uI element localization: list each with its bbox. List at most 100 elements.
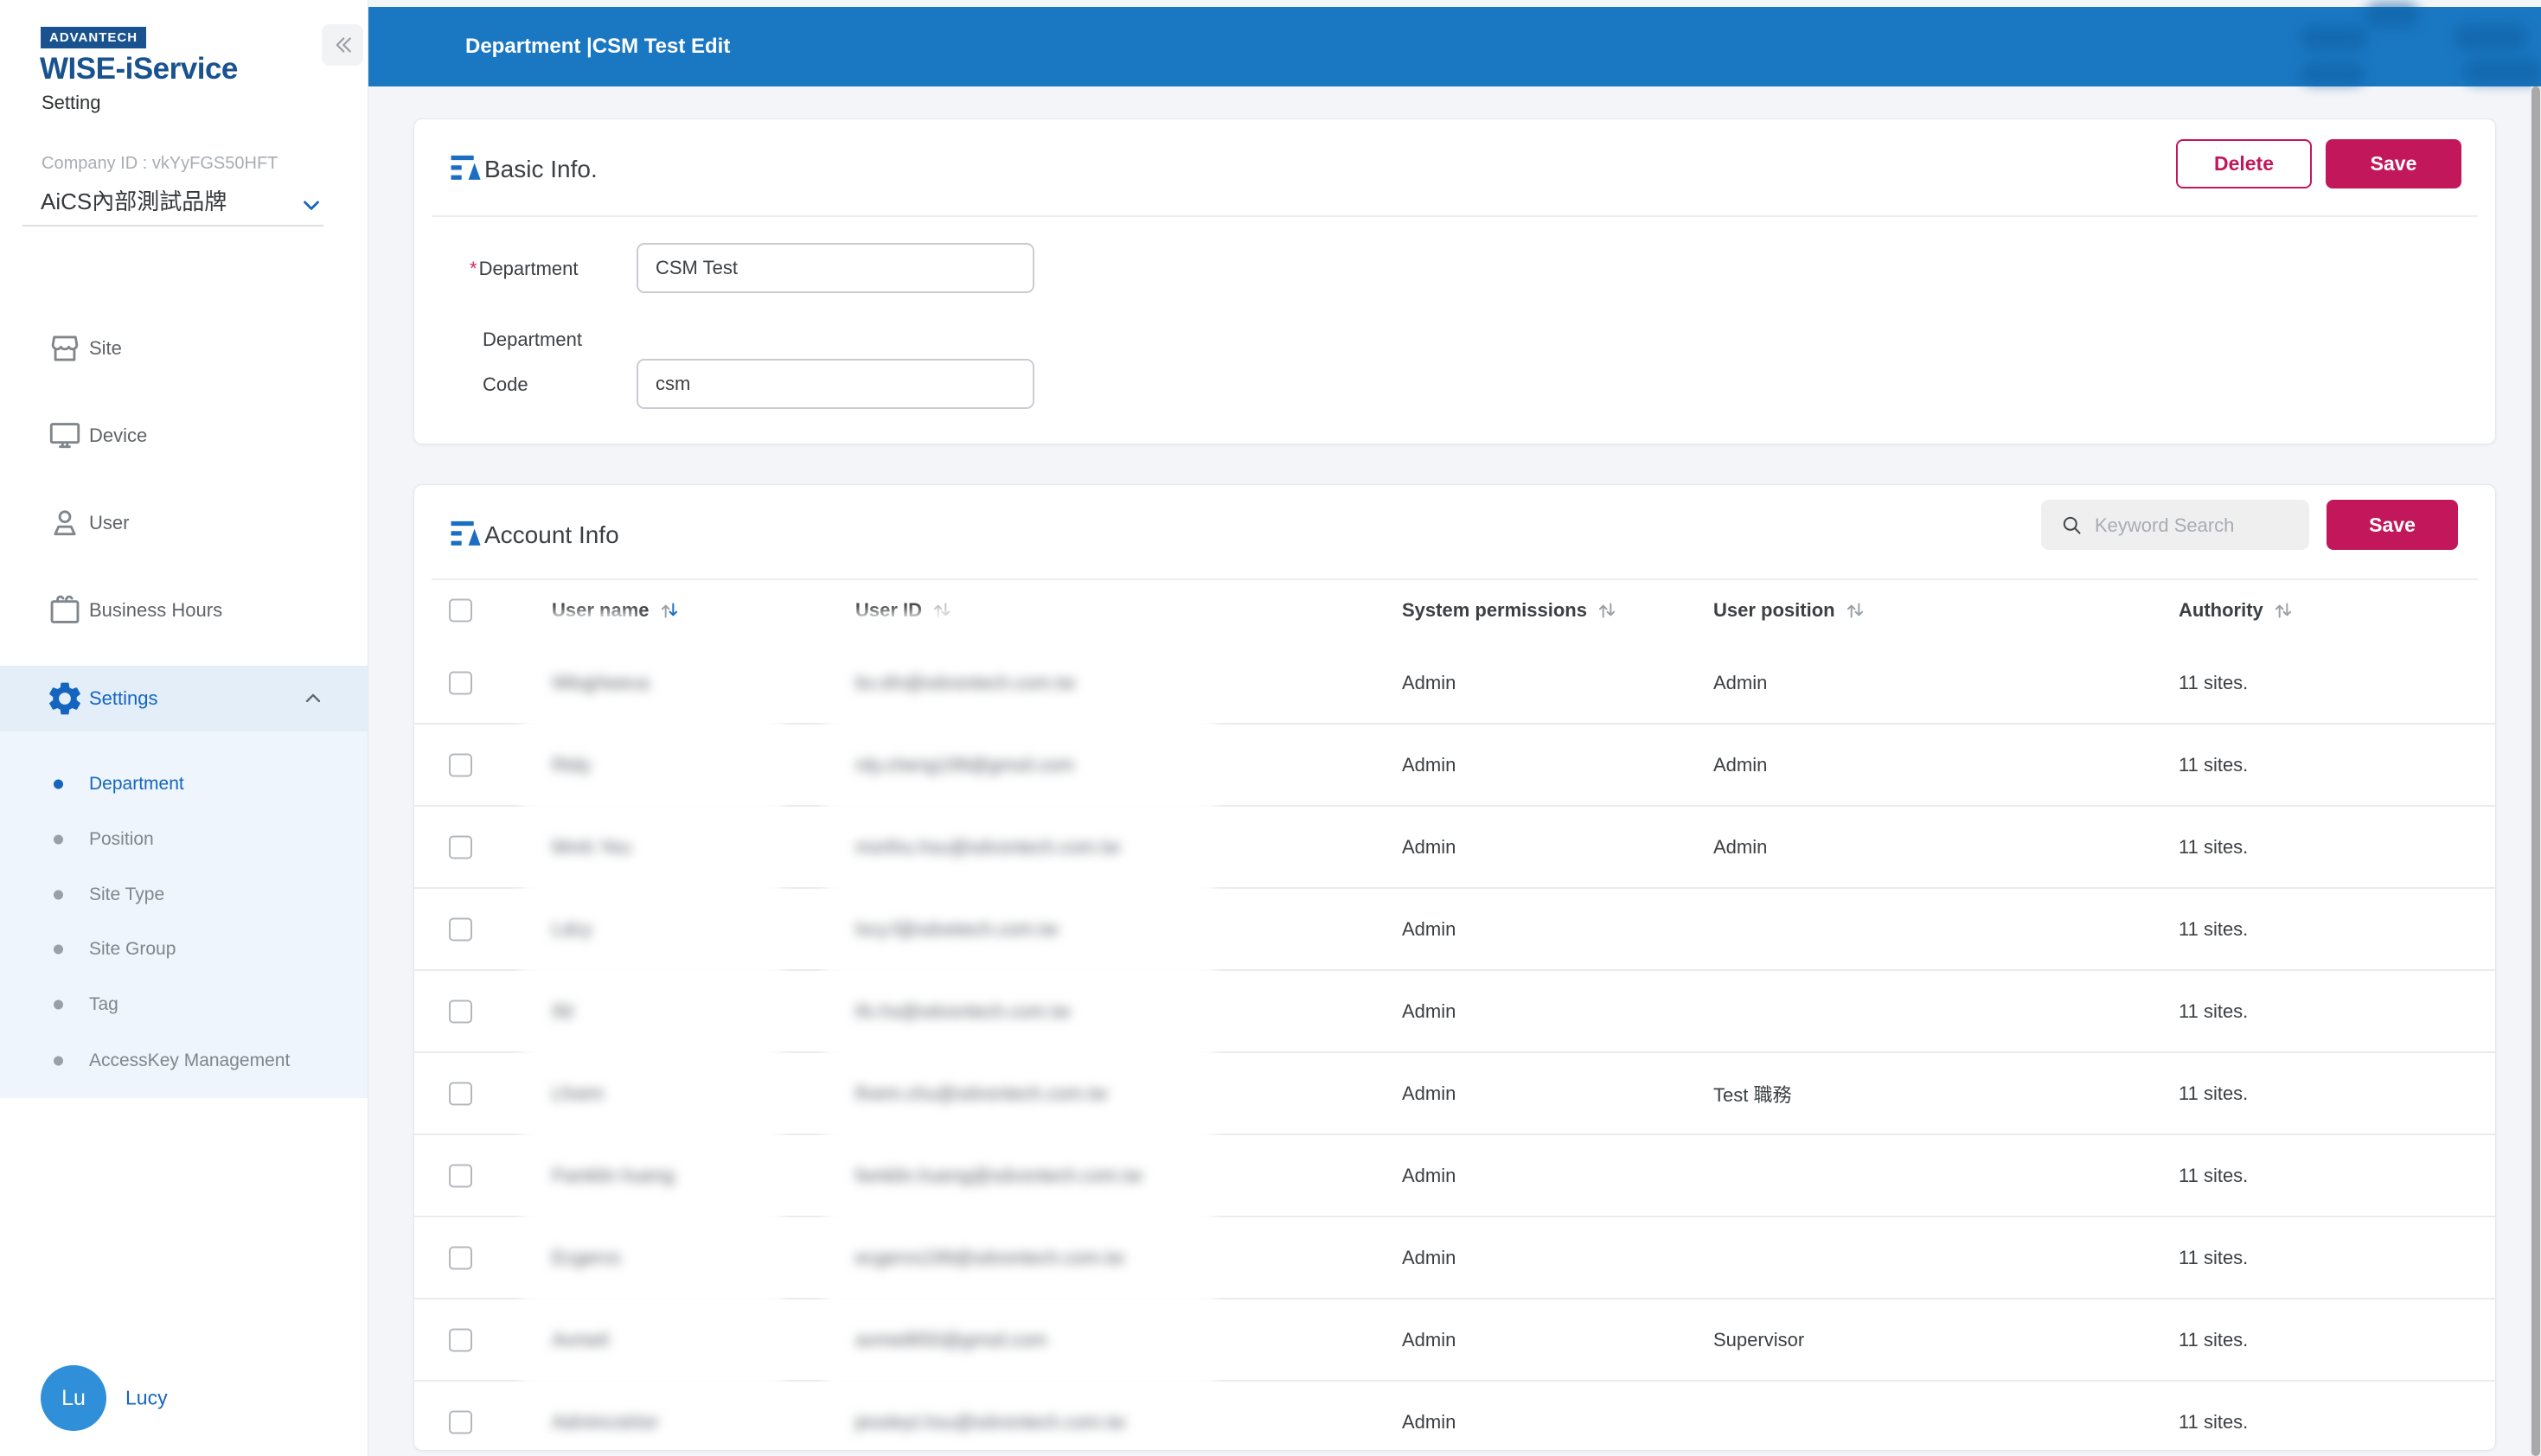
gear-icon xyxy=(45,679,85,718)
redacted-toolbar-item xyxy=(2365,2,2419,28)
sidebar-collapse-button[interactable] xyxy=(322,24,363,66)
user-name-redacted: Wkqjrlweca xyxy=(552,671,650,693)
section-list-icon xyxy=(448,149,484,185)
sidebar-item-settings[interactable]: Settings xyxy=(0,666,368,731)
table-header: User name User ID System permissions Use… xyxy=(414,578,2495,642)
storefront-icon xyxy=(45,329,85,368)
table-row: Fwnklin hueng fwnklin.hueng@sdvsntech.co… xyxy=(414,1135,2495,1228)
delete-button[interactable]: Delete xyxy=(2176,139,2312,188)
user-id-redacted: avmeil650@gmsil.com xyxy=(855,1328,1047,1351)
table-row: Wkqjrlweca bv.sfn@sdvsntech.com.tw Admin… xyxy=(414,642,2495,735)
column-header-authority[interactable]: Authority xyxy=(2179,599,2295,622)
sidebar-item-user[interactable]: User xyxy=(0,489,368,557)
bullet-icon xyxy=(54,1056,63,1066)
sidebar-subitem-accesskey-management[interactable]: AccessKey Management xyxy=(0,1038,368,1084)
redaction-smudge xyxy=(825,1120,1214,1146)
user-id-redacted: ecgervs199@sdvsntech.com.tw xyxy=(855,1246,1124,1268)
system-permissions-cell: Admin xyxy=(1402,671,1456,693)
redaction-smudge xyxy=(522,1366,782,1392)
user-name-redacted: Lfvem xyxy=(552,1082,604,1104)
user-id-redacted: lscy.f@sdvetech.com.tw xyxy=(855,917,1059,940)
search-input[interactable] xyxy=(2093,500,2304,552)
redaction-smudge xyxy=(522,1202,782,1228)
sidebar-item-label: Site xyxy=(89,337,122,359)
redacted-toolbar-item xyxy=(2301,62,2365,86)
scrollbar-thumb[interactable] xyxy=(2531,86,2540,1456)
user-name-redacted: Ecgervs xyxy=(552,1246,621,1268)
redaction-smudge xyxy=(522,955,782,981)
row-checkbox[interactable] xyxy=(449,917,472,941)
row-checkbox[interactable] xyxy=(449,1082,472,1105)
section-title: Basic Info. xyxy=(484,156,598,182)
column-header-user-position[interactable]: User position xyxy=(1713,599,1866,622)
bullet-icon xyxy=(54,890,63,900)
avatar[interactable]: Lu xyxy=(41,1365,106,1431)
current-user-name[interactable]: Lucy xyxy=(125,1387,168,1410)
redaction-smudge xyxy=(825,791,1214,817)
required-marker: * xyxy=(470,258,477,279)
save-button[interactable]: Save xyxy=(2326,139,2461,188)
app-window: ADVANTECH WISE-iService Setting Company … xyxy=(0,0,2541,1456)
column-header-system-permissions[interactable]: System permissions xyxy=(1402,599,1618,622)
bullet-icon xyxy=(54,999,63,1010)
sidebar-subitem-site-type[interactable]: Site Type xyxy=(0,872,368,918)
user-id-redacted: bv.sfn@sdvsntech.com.tw xyxy=(855,671,1076,693)
department-code-input[interactable] xyxy=(637,359,1034,409)
row-checkbox[interactable] xyxy=(449,1164,472,1187)
row-checkbox[interactable] xyxy=(449,835,472,859)
sidebar-subitem-department[interactable]: Department xyxy=(0,761,368,808)
authority-cell: 11 sites. xyxy=(2179,835,2249,858)
keyword-search-box xyxy=(2041,500,2309,552)
row-checkbox[interactable] xyxy=(449,1246,472,1269)
divider xyxy=(22,225,323,227)
sidebar-item-label: Business Hours xyxy=(89,599,223,621)
account-save-button[interactable]: Save xyxy=(2327,500,2458,550)
user-id-redacted: lfvem.chu@sdvsntech.com.tw xyxy=(855,1082,1108,1104)
sort-icon[interactable] xyxy=(1844,599,1866,622)
user-position-cell: Test 職務 xyxy=(1713,1083,1792,1106)
redaction-smudge xyxy=(825,1038,1214,1063)
user-id-redacted: jessleyt.hsu@sdvsntech.com.tw xyxy=(855,1410,1126,1433)
user-position-cell: Supervisor xyxy=(1713,1328,1805,1351)
settings-submenu: Department Position Site Type Site Group… xyxy=(0,731,368,1098)
row-checkbox[interactable] xyxy=(449,671,472,694)
sidebar: ADVANTECH WISE-iService Setting Company … xyxy=(0,0,368,1456)
authority-cell: 11 sites. xyxy=(2179,999,2249,1022)
sort-icon[interactable] xyxy=(1596,599,1618,622)
sidebar-subitem-position[interactable]: Position xyxy=(0,816,368,863)
authority-cell: 11 sites. xyxy=(2179,1246,2249,1268)
account-info-card: Account Info Save User name User ID Syst… xyxy=(413,484,2496,1451)
page-header-bar: Department |CSM Test Edit xyxy=(368,2,2541,86)
row-checkbox[interactable] xyxy=(449,1410,472,1434)
double-chevron-left-icon xyxy=(330,32,355,58)
sidebar-item-device[interactable]: Device xyxy=(0,402,368,469)
sort-icon[interactable] xyxy=(2272,599,2295,622)
user-name-redacted: Admincstrtor xyxy=(552,1410,659,1433)
authority-cell: 11 sites. xyxy=(2179,671,2249,693)
row-checkbox[interactable] xyxy=(449,999,472,1023)
section-title: Account Info xyxy=(484,521,619,548)
user-name-redacted: Ifd xyxy=(552,999,573,1022)
app-subtitle: Setting xyxy=(42,92,101,113)
system-permissions-cell: Admin xyxy=(1402,917,1456,940)
redaction-smudge xyxy=(522,791,782,817)
select-all-checkbox[interactable] xyxy=(449,598,472,623)
sidebar-subitem-site-group[interactable]: Site Group xyxy=(0,926,368,973)
redacted-toolbar-item xyxy=(2301,26,2368,50)
table-row: Ecgervs ecgervs199@sdvsntech.com.tw Admi… xyxy=(414,1217,2495,1310)
row-checkbox[interactable] xyxy=(449,1328,472,1351)
department-input[interactable] xyxy=(637,243,1034,293)
company-selector[interactable]: AiCS內部測試品牌 xyxy=(41,184,227,216)
chevron-down-icon[interactable] xyxy=(298,192,324,218)
sidebar-item-site[interactable]: Site xyxy=(0,315,368,382)
authority-cell: 11 sites. xyxy=(2179,1082,2249,1104)
system-permissions-cell: Admin xyxy=(1402,1164,1456,1186)
sidebar-item-business-hours[interactable]: Business Hours xyxy=(0,577,368,644)
row-checkbox[interactable] xyxy=(449,753,472,776)
redaction-smudge xyxy=(836,613,950,635)
redaction-smudge xyxy=(825,709,1214,735)
sidebar-subitem-tag[interactable]: Tag xyxy=(0,981,368,1028)
sort-icon[interactable] xyxy=(658,599,681,622)
bullet-icon xyxy=(54,779,63,789)
page-title: Department |CSM Test Edit xyxy=(465,35,731,58)
